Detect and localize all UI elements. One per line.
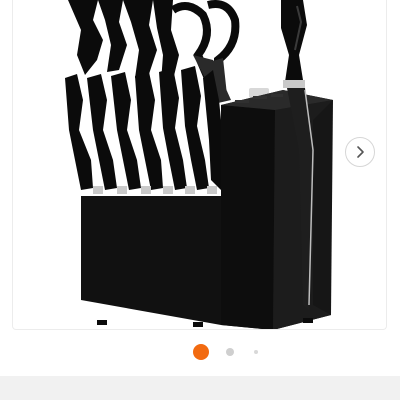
product-image[interactable] — [13, 0, 387, 330]
chef-knife — [281, 0, 307, 88]
product-image-frame[interactable] — [12, 0, 387, 330]
chevron-right-icon — [357, 146, 364, 158]
product-gallery — [0, 0, 400, 400]
pager-dot[interactable] — [254, 350, 258, 354]
pager-dot[interactable] — [226, 348, 234, 356]
pager-dot-active[interactable] — [193, 344, 209, 360]
front-knife-handles — [65, 66, 227, 190]
back-knife-handles — [68, 0, 179, 82]
bottom-section — [0, 376, 400, 400]
image-pager — [0, 343, 400, 361]
next-image-button[interactable] — [345, 137, 375, 167]
